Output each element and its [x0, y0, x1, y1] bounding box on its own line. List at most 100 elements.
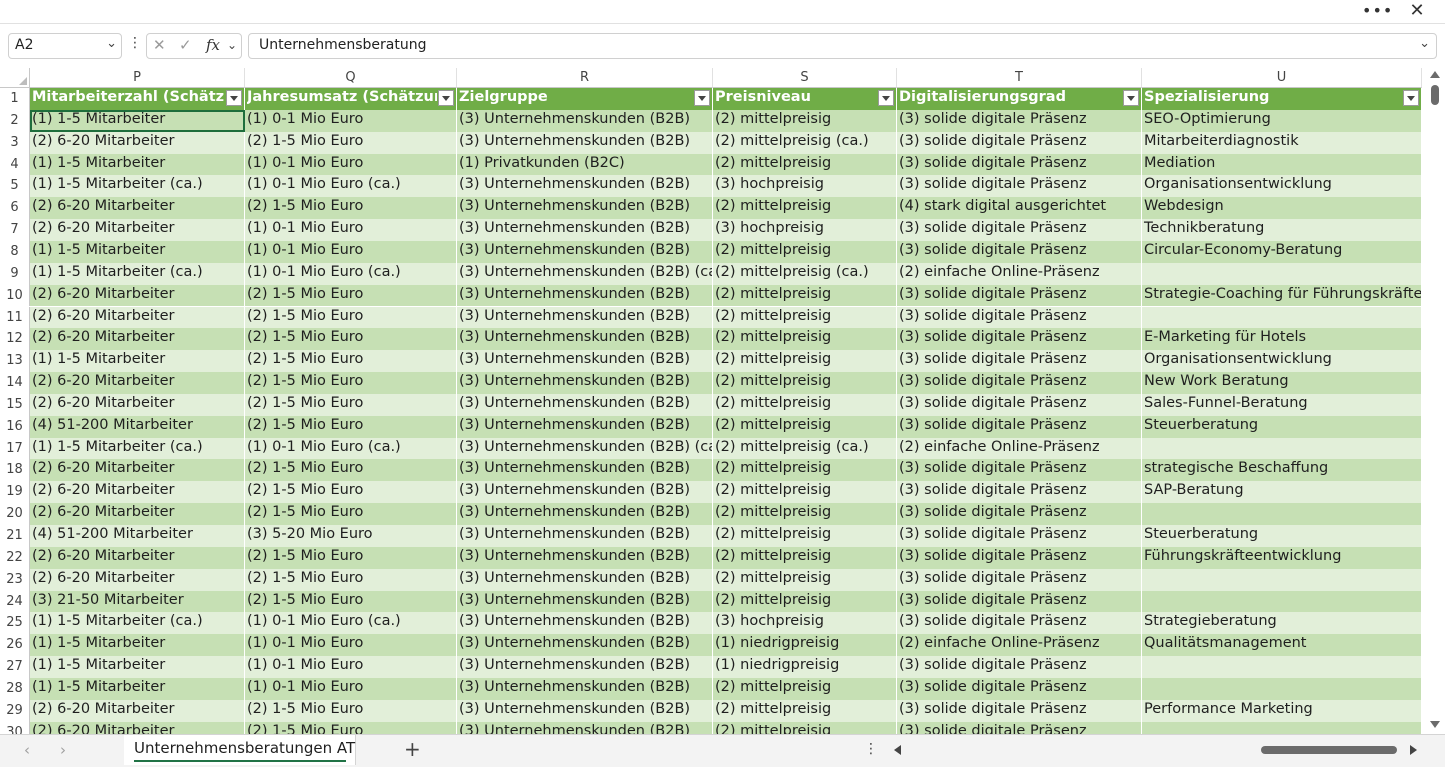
table-cell[interactable]: (1) 1-5 Mitarbeiter (ca.): [30, 437, 245, 460]
table-cell[interactable]: [1142, 437, 1422, 460]
table-cell[interactable]: (3) Unternehmenskunden (B2B): [457, 568, 713, 591]
table-cell[interactable]: (2) 1-5 Mio Euro: [245, 393, 457, 416]
table-cell[interactable]: [1142, 656, 1422, 678]
table-cell[interactable]: (1) 0-1 Mio Euro: [245, 153, 457, 176]
row-number[interactable]: 21: [0, 525, 30, 547]
table-cell[interactable]: (1) 1-5 Mitarbeiter (ca.): [30, 175, 245, 198]
vertical-dots-icon[interactable]: ⋮: [864, 741, 878, 757]
row-number[interactable]: 25: [0, 612, 30, 635]
table-cell[interactable]: (2) mittelpreisig: [713, 328, 897, 351]
table-cell[interactable]: (3) Unternehmenskunden (B2B): [457, 699, 713, 722]
table-cell[interactable]: (2) mittelpreisig: [713, 284, 897, 307]
row-number[interactable]: 12: [0, 328, 30, 351]
table-cell[interactable]: (2) mittelpreisig (ca.): [713, 262, 897, 285]
chevron-down-icon[interactable]: ⌄: [227, 38, 237, 52]
table-cell[interactable]: (3) solide digitale Präsenz: [897, 393, 1142, 416]
table-cell[interactable]: Technikberatung: [1142, 219, 1422, 241]
table-cell[interactable]: Circular-Economy-Beratung: [1142, 240, 1422, 263]
table-cell[interactable]: (3) Unternehmenskunden (B2B): [457, 546, 713, 569]
table-cell[interactable]: (3) Unternehmenskunden (B2B): [457, 219, 713, 241]
table-cell[interactable]: (3) 21-50 Mitarbeiter: [30, 590, 245, 613]
table-cell[interactable]: (2) 1-5 Mio Euro: [245, 568, 457, 591]
table-cell[interactable]: (2) mittelpreisig: [713, 109, 897, 132]
table-cell[interactable]: (2) 6-20 Mitarbeiter: [30, 568, 245, 591]
table-cell[interactable]: (3) solide digitale Präsenz: [897, 415, 1142, 438]
table-cell[interactable]: (2) 1-5 Mio Euro: [245, 306, 457, 329]
table-cell[interactable]: (1) Privatkunden (B2C): [457, 153, 713, 176]
row-number[interactable]: 17: [0, 437, 30, 460]
row-number[interactable]: 7: [0, 219, 30, 241]
table-header-cell[interactable]: Jahresumsatz (Schätzung): [245, 88, 457, 110]
table-cell[interactable]: (1) 1-5 Mitarbeiter (ca.): [30, 612, 245, 635]
table-cell[interactable]: (2) 1-5 Mio Euro: [245, 284, 457, 307]
table-cell[interactable]: (2) einfache Online-Präsenz: [897, 634, 1142, 657]
table-cell[interactable]: (3) solide digitale Präsenz: [897, 590, 1142, 613]
table-cell[interactable]: (4) 51-200 Mitarbeiter: [30, 415, 245, 438]
scroll-right-icon[interactable]: [1410, 745, 1417, 755]
scroll-down-icon[interactable]: [1430, 721, 1440, 728]
table-cell[interactable]: (2) 6-20 Mitarbeiter: [30, 197, 245, 220]
table-cell[interactable]: (2) mittelpreisig: [713, 590, 897, 613]
table-cell[interactable]: (3) solide digitale Präsenz: [897, 568, 1142, 591]
table-cell[interactable]: [1142, 677, 1422, 700]
column-header-r[interactable]: R: [457, 68, 713, 88]
table-cell[interactable]: (2) 6-20 Mitarbeiter: [30, 546, 245, 569]
table-cell[interactable]: (1) 0-1 Mio Euro: [245, 677, 457, 700]
row-number[interactable]: 23: [0, 568, 30, 591]
table-cell[interactable]: (2) mittelpreisig: [713, 481, 897, 504]
table-cell[interactable]: (2) 1-5 Mio Euro: [245, 328, 457, 351]
row-number[interactable]: 30: [0, 721, 30, 734]
table-cell[interactable]: (1) 1-5 Mitarbeiter (ca.): [30, 262, 245, 285]
table-cell[interactable]: (3) Unternehmenskunden (B2B): [457, 350, 713, 373]
table-header-cell[interactable]: Zielgruppe: [457, 88, 713, 110]
table-cell[interactable]: (2) 6-20 Mitarbeiter: [30, 393, 245, 416]
table-cell[interactable]: (3) Unternehmenskunden (B2B): [457, 503, 713, 525]
row-number[interactable]: 2: [0, 109, 30, 132]
table-cell[interactable]: (3) solide digitale Präsenz: [897, 219, 1142, 241]
table-cell[interactable]: (2) 1-5 Mio Euro: [245, 546, 457, 569]
table-cell[interactable]: (3) solide digitale Präsenz: [897, 350, 1142, 373]
vertical-scroll-thumb[interactable]: [1431, 85, 1439, 105]
filter-dropdown-icon[interactable]: [878, 90, 894, 106]
table-cell[interactable]: (3) solide digitale Präsenz: [897, 525, 1142, 547]
table-cell[interactable]: SEO-Optimierung: [1142, 109, 1422, 132]
row-number[interactable]: 28: [0, 677, 30, 700]
table-cell[interactable]: Strategie-Coaching für Führungskräfte: [1142, 284, 1422, 307]
table-cell[interactable]: (2) mittelpreisig: [713, 372, 897, 394]
table-header-cell[interactable]: Mitarbeiterzahl (Schätzung): [30, 88, 245, 110]
table-cell[interactable]: (2) mittelpreisig: [713, 306, 897, 329]
vertical-dots-icon[interactable]: ⋮: [128, 35, 142, 57]
row-number[interactable]: 20: [0, 503, 30, 525]
table-cell[interactable]: Webdesign: [1142, 197, 1422, 220]
table-cell[interactable]: (2) 6-20 Mitarbeiter: [30, 699, 245, 722]
row-number[interactable]: 4: [0, 153, 30, 176]
table-cell[interactable]: Sales-Funnel-Beratung: [1142, 393, 1422, 416]
table-cell[interactable]: (2) mittelpreisig: [713, 721, 897, 734]
table-cell[interactable]: (2) einfache Online-Präsenz: [897, 262, 1142, 285]
table-cell[interactable]: (2) 6-20 Mitarbeiter: [30, 219, 245, 241]
table-cell[interactable]: (3) Unternehmenskunden (B2B): [457, 721, 713, 734]
table-header-cell[interactable]: Spezialisierung: [1142, 88, 1422, 110]
insert-function-icon[interactable]: fx: [206, 36, 220, 54]
table-cell[interactable]: (2) mittelpreisig: [713, 240, 897, 263]
table-cell[interactable]: [1142, 306, 1422, 329]
table-cell[interactable]: (2) 6-20 Mitarbeiter: [30, 481, 245, 504]
row-number[interactable]: 18: [0, 459, 30, 482]
table-cell[interactable]: (2) 6-20 Mitarbeiter: [30, 372, 245, 394]
table-cell[interactable]: (2) mittelpreisig: [713, 393, 897, 416]
table-cell[interactable]: [1142, 721, 1422, 734]
row-number[interactable]: 26: [0, 634, 30, 657]
row-number[interactable]: 15: [0, 393, 30, 416]
table-cell[interactable]: (2) mittelpreisig (ca.): [713, 131, 897, 154]
table-cell[interactable]: (3) Unternehmenskunden (B2B): [457, 284, 713, 307]
table-cell[interactable]: Steuerberatung: [1142, 415, 1422, 438]
confirm-icon[interactable]: ✓: [179, 36, 192, 54]
table-cell[interactable]: (1) 1-5 Mitarbeiter: [30, 153, 245, 176]
table-cell[interactable]: (1) 1-5 Mitarbeiter: [30, 656, 245, 678]
table-cell[interactable]: (3) solide digitale Präsenz: [897, 240, 1142, 263]
filter-dropdown-icon[interactable]: [694, 90, 710, 106]
table-cell[interactable]: (3) solide digitale Präsenz: [897, 153, 1142, 176]
close-icon[interactable]: ✕: [1405, 0, 1429, 22]
table-cell[interactable]: (1) 0-1 Mio Euro: [245, 634, 457, 657]
table-cell[interactable]: (2) mittelpreisig: [713, 503, 897, 525]
